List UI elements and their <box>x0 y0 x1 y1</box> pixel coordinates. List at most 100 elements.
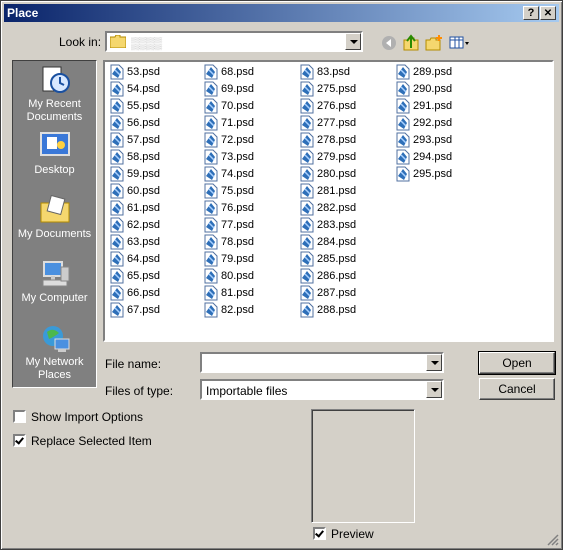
psd-file-icon <box>203 166 219 182</box>
file-item[interactable]: 80.psd <box>203 268 254 285</box>
file-name: 291.psd <box>413 100 453 112</box>
file-item[interactable]: 281.psd <box>299 183 356 200</box>
psd-file-icon <box>109 166 125 182</box>
show-import-options-label[interactable]: Show Import Options <box>31 410 143 424</box>
file-item[interactable]: 61.psd <box>109 200 160 217</box>
file-item[interactable]: 77.psd <box>203 217 254 234</box>
close-icon: ✕ <box>543 8 553 19</box>
file-item[interactable]: 78.psd <box>203 234 254 251</box>
place-label: My Documents <box>17 228 92 240</box>
file-item[interactable]: 74.psd <box>203 166 254 183</box>
file-name: 294.psd <box>413 151 453 163</box>
place-desktop[interactable]: Desktop <box>13 131 96 195</box>
file-item[interactable]: 286.psd <box>299 268 356 285</box>
file-item[interactable]: 60.psd <box>109 183 160 200</box>
help-button[interactable]: ? <box>523 6 539 20</box>
file-item[interactable]: 76.psd <box>203 200 254 217</box>
file-list[interactable]: 53.psd 54.psd 55.psd 56.psd 57.psd 58.psd 59.p… <box>103 60 554 342</box>
file-item[interactable]: 67.psd <box>109 302 160 319</box>
preview-label[interactable]: Preview <box>331 527 374 541</box>
file-item[interactable]: 291.psd <box>395 98 452 115</box>
files-of-type-dropdown[interactable]: Importable files <box>200 379 444 400</box>
chevron-down-icon[interactable] <box>426 354 442 371</box>
file-item[interactable]: 53.psd <box>109 64 160 81</box>
place-label: My Network Places <box>25 356 84 381</box>
dialog-title: Place <box>7 6 39 20</box>
file-item[interactable]: 278.psd <box>299 132 356 149</box>
recent-documents-icon <box>39 65 71 95</box>
file-item[interactable]: 282.psd <box>299 200 356 217</box>
file-item[interactable]: 71.psd <box>203 115 254 132</box>
file-name-input[interactable] <box>200 352 444 373</box>
file-name: 293.psd <box>413 134 453 146</box>
psd-file-icon <box>299 149 315 165</box>
file-name: 80.psd <box>221 270 255 282</box>
file-item[interactable]: 57.psd <box>109 132 160 149</box>
files-of-type-label: Files of type: <box>105 384 174 398</box>
file-item[interactable]: 54.psd <box>109 81 160 98</box>
file-item[interactable]: 81.psd <box>203 285 254 302</box>
file-item[interactable]: 56.psd <box>109 115 160 132</box>
file-item[interactable]: 55.psd <box>109 98 160 115</box>
file-item[interactable]: 82.psd <box>203 302 254 319</box>
open-button[interactable]: Open <box>478 351 556 375</box>
chevron-down-icon[interactable] <box>426 381 442 398</box>
file-item[interactable]: 64.psd <box>109 251 160 268</box>
psd-file-icon <box>203 200 219 216</box>
cancel-button[interactable]: Cancel <box>479 378 555 400</box>
file-name: 290.psd <box>413 83 453 95</box>
replace-selected-item-checkbox[interactable] <box>13 434 26 447</box>
title-bar[interactable]: Place ? ✕ <box>4 4 559 22</box>
file-item[interactable]: 289.psd <box>395 64 452 81</box>
place-my-documents[interactable]: My Documents <box>13 194 96 259</box>
file-item[interactable]: 79.psd <box>203 251 254 268</box>
psd-file-icon <box>299 166 315 182</box>
resize-grip-icon[interactable] <box>547 534 559 546</box>
file-item[interactable]: 294.psd <box>395 149 452 166</box>
file-item[interactable]: 58.psd <box>109 149 160 166</box>
replace-selected-item-label[interactable]: Replace Selected Item <box>31 434 152 448</box>
file-item[interactable]: 68.psd <box>203 64 254 81</box>
file-item[interactable]: 72.psd <box>203 132 254 149</box>
file-name: 73.psd <box>221 151 255 163</box>
file-item[interactable]: 292.psd <box>395 115 452 132</box>
file-item[interactable]: 287.psd <box>299 285 356 302</box>
file-item[interactable]: 275.psd <box>299 81 356 98</box>
file-item[interactable]: 73.psd <box>203 149 254 166</box>
file-item[interactable]: 288.psd <box>299 302 356 319</box>
file-item[interactable]: 284.psd <box>299 234 356 251</box>
file-item[interactable]: 70.psd <box>203 98 254 115</box>
file-item[interactable]: 290.psd <box>395 81 452 98</box>
file-item[interactable]: 63.psd <box>109 234 160 251</box>
file-item[interactable]: 83.psd <box>299 64 350 81</box>
file-item[interactable]: 65.psd <box>109 268 160 285</box>
new-folder-icon[interactable] <box>425 34 445 52</box>
file-item[interactable]: 69.psd <box>203 81 254 98</box>
file-item[interactable]: 277.psd <box>299 115 356 132</box>
file-item[interactable]: 295.psd <box>395 166 452 183</box>
chevron-down-icon[interactable] <box>345 33 361 50</box>
file-item[interactable]: 285.psd <box>299 251 356 268</box>
file-item[interactable]: 59.psd <box>109 166 160 183</box>
file-item[interactable]: 75.psd <box>203 183 254 200</box>
close-button[interactable]: ✕ <box>540 6 556 20</box>
place-recent-documents[interactable]: My Recent Documents <box>13 65 96 129</box>
look-in-dropdown[interactable]: ▒▒▒▒ <box>105 31 363 52</box>
file-item[interactable]: 66.psd <box>109 285 160 302</box>
file-item[interactable]: 280.psd <box>299 166 356 183</box>
up-folder-icon[interactable] <box>402 34 422 52</box>
view-menu-icon[interactable] <box>449 34 469 52</box>
file-item[interactable]: 293.psd <box>395 132 452 149</box>
file-item[interactable]: 279.psd <box>299 149 356 166</box>
file-item[interactable]: 283.psd <box>299 217 356 234</box>
psd-file-icon <box>203 149 219 165</box>
show-import-options-checkbox[interactable] <box>13 410 26 423</box>
file-item[interactable]: 276.psd <box>299 98 356 115</box>
place-my-computer[interactable]: My Computer <box>13 259 96 323</box>
file-name: 79.psd <box>221 253 255 265</box>
file-item[interactable]: 62.psd <box>109 217 160 234</box>
back-icon[interactable] <box>380 34 400 52</box>
place-network-places[interactable]: My Network Places <box>13 323 96 387</box>
psd-file-icon <box>203 115 219 131</box>
preview-checkbox[interactable] <box>313 527 326 540</box>
